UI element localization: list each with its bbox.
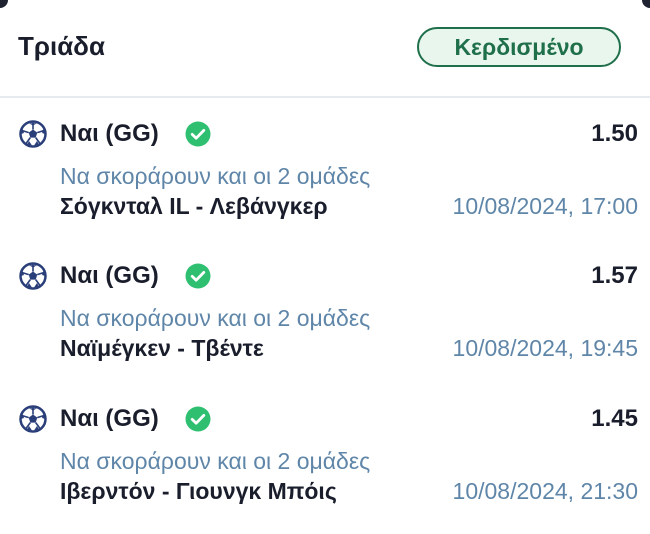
market-label: Να σκοράρουν και οι 2 ομάδες bbox=[60, 163, 371, 189]
bet-slip-card: Τριάδα Κερδισμένο Ναι (GG) 1.50 Να σκορά… bbox=[0, 0, 650, 534]
check-circle-icon bbox=[185, 406, 211, 432]
bet-leg[interactable]: Ναι (GG) 1.50 Να σκοράρουν και οι 2 ομάδ… bbox=[0, 119, 650, 249]
selection-label: Ναι (GG) bbox=[60, 262, 159, 289]
odds-value: 1.45 bbox=[591, 405, 638, 432]
selection-label: Ναι (GG) bbox=[60, 405, 159, 432]
check-circle-icon bbox=[185, 121, 211, 147]
selection-label: Ναι (GG) bbox=[60, 120, 159, 147]
soccer-ball-icon bbox=[19, 120, 47, 148]
bet-leg[interactable]: Ναι (GG) 1.45 Να σκοράρουν και οι 2 ομάδ… bbox=[0, 404, 650, 534]
bet-header: Τριάδα Κερδισμένο bbox=[0, 0, 650, 98]
match-datetime: 10/08/2024, 19:45 bbox=[452, 335, 638, 361]
market-label: Να σκοράρουν και οι 2 ομάδες bbox=[60, 305, 371, 331]
odds-value: 1.50 bbox=[591, 120, 638, 147]
match-datetime: 10/08/2024, 21:30 bbox=[452, 478, 638, 504]
odds-value: 1.57 bbox=[591, 262, 638, 289]
market-label: Να σκοράρουν και οι 2 ομάδες bbox=[60, 448, 371, 474]
match-name: Ναϊμέγκεν - Τβέντε bbox=[60, 335, 264, 361]
bet-type-title: Τριάδα bbox=[18, 31, 105, 61]
bet-leg[interactable]: Ναι (GG) 1.57 Να σκοράρουν και οι 2 ομάδ… bbox=[0, 261, 650, 391]
match-name: Ιβερντόν - Γιουνγκ Μπόις bbox=[60, 478, 337, 504]
match-datetime: 10/08/2024, 17:00 bbox=[452, 193, 638, 219]
match-name: Σόγκνταλ IL - Λεβάνγκερ bbox=[60, 193, 328, 219]
soccer-ball-icon bbox=[19, 405, 47, 433]
check-circle-icon bbox=[185, 263, 211, 289]
soccer-ball-icon bbox=[19, 262, 47, 290]
status-badge: Κερδισμένο bbox=[417, 27, 621, 67]
